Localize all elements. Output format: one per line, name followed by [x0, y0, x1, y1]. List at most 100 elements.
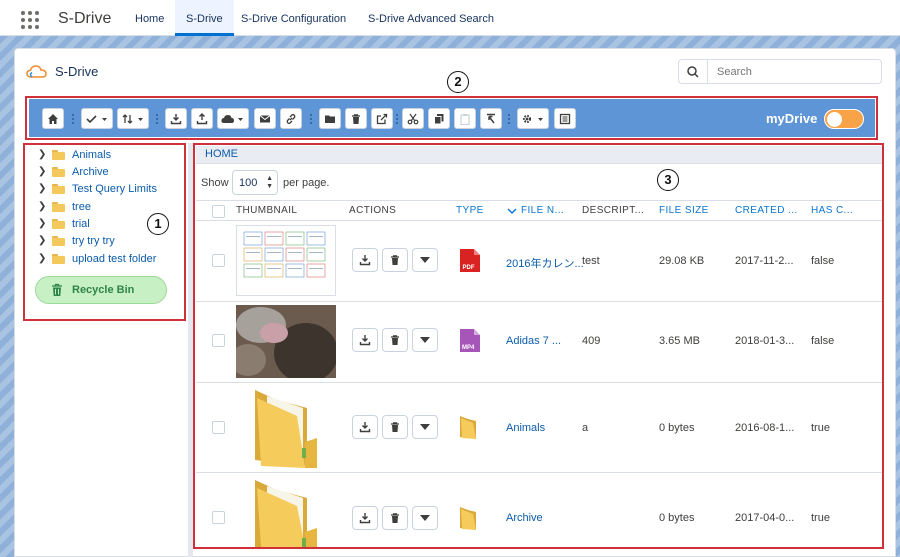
file-size: 0 bytes [659, 422, 695, 434]
video-thumbnail[interactable] [236, 305, 336, 378]
recycle-bin-button[interactable]: Recycle Bin [35, 276, 167, 304]
toolbar-separator [310, 113, 312, 125]
cut-button[interactable] [402, 108, 424, 129]
share-icon [376, 113, 388, 124]
sidebar-folder-upload-test-folder[interactable]: ❯ upload test folder [38, 250, 156, 267]
toolbar-separator [156, 113, 158, 125]
per-page-select[interactable]: 100 ▲ ▼ [232, 170, 278, 195]
breadcrumb-home[interactable]: HOME [205, 148, 238, 160]
folder-icon [52, 218, 65, 229]
email-icon [259, 114, 271, 122]
sidebar-folder-animals[interactable]: ❯ Animals [38, 146, 111, 163]
chevron-right-icon[interactable]: ❯ [38, 253, 50, 264]
row-download-button[interactable] [352, 328, 378, 352]
column-file-size[interactable]: FILE SIZE [659, 205, 709, 216]
select-menu-button[interactable] [81, 108, 113, 129]
link-icon [286, 113, 296, 124]
row-delete-button[interactable] [382, 248, 408, 272]
delete-button[interactable] [345, 108, 367, 129]
folder-thumbnail[interactable] [247, 386, 327, 470]
tab-s-drive-configuration[interactable]: S-Drive Configuration [230, 0, 357, 36]
link-button[interactable] [280, 108, 302, 129]
column-description[interactable]: DESCRIPT... [582, 205, 644, 216]
row-divider [196, 301, 882, 302]
calendar-thumbnail[interactable] [236, 225, 336, 296]
row-download-button[interactable] [352, 415, 378, 439]
home-button[interactable] [42, 108, 64, 129]
row-checkbox[interactable] [212, 421, 225, 434]
trash-icon [391, 255, 399, 265]
download-icon [359, 513, 371, 524]
settings-menu-button[interactable] [517, 108, 549, 129]
chevron-right-icon[interactable]: ❯ [38, 235, 50, 246]
folder-label: Archive [72, 165, 109, 178]
upload-button[interactable] [191, 108, 213, 129]
chevron-right-icon[interactable]: ❯ [38, 149, 50, 160]
sidebar-folder-trial[interactable]: ❯ trial [38, 215, 90, 232]
download-button[interactable] [165, 108, 187, 129]
tab-s-drive-advanced-search[interactable]: S-Drive Advanced Search [357, 0, 505, 36]
sort-menu-button[interactable] [117, 108, 149, 129]
search-button[interactable] [678, 59, 708, 84]
row-more-button[interactable] [412, 248, 438, 272]
toolbar-separator [396, 113, 398, 125]
row-checkbox[interactable] [212, 334, 225, 347]
file-created: 2018-01-3... [735, 335, 795, 347]
folder-icon [52, 166, 65, 177]
toggle-knob [827, 112, 842, 127]
app-launcher-icon[interactable] [21, 11, 39, 29]
mydrive-toggle[interactable] [824, 109, 864, 129]
paste-button[interactable] [454, 108, 476, 129]
row-delete-button[interactable] [382, 415, 408, 439]
search-input[interactable] [707, 59, 882, 84]
folder-thumbnail[interactable] [247, 476, 327, 547]
column-file-name[interactable]: FILE N... [521, 205, 564, 216]
file-name-link[interactable]: Adidas 7 ... [506, 335, 561, 347]
chevron-right-icon[interactable]: ❯ [38, 218, 50, 229]
sidebar-folder-test-query-limits[interactable]: ❯ Test Query Limits [38, 180, 157, 197]
per-page-value: 100 [239, 177, 258, 189]
sidebar-folder-tree[interactable]: ❯ tree [38, 198, 91, 215]
column-created[interactable]: CREATED ... [735, 205, 798, 216]
properties-button[interactable] [554, 108, 576, 129]
file-description: test [582, 255, 600, 267]
row-delete-button[interactable] [382, 328, 408, 352]
file-name-link[interactable]: 2016年カレン... [506, 255, 584, 271]
tab-home[interactable]: Home [124, 0, 175, 36]
caret-down-icon [420, 515, 430, 521]
chevron-right-icon[interactable]: ❯ [38, 166, 50, 177]
row-delete-button[interactable] [382, 506, 408, 530]
row-divider [196, 382, 882, 383]
column-type[interactable]: TYPE [456, 205, 484, 216]
cloud-logo-icon [26, 65, 47, 78]
move-up-button[interactable] [480, 108, 502, 129]
cloud-upload-menu-button[interactable] [217, 108, 249, 129]
file-created: 2016-08-1... [735, 422, 795, 434]
row-download-button[interactable] [352, 248, 378, 272]
row-more-button[interactable] [412, 328, 438, 352]
mp4-file-icon: MP4 [460, 329, 480, 352]
row-checkbox[interactable] [212, 511, 225, 524]
chevron-right-icon[interactable]: ❯ [38, 183, 50, 194]
scissors-icon [407, 113, 419, 124]
sort-chevron-down-icon[interactable] [507, 207, 517, 215]
column-has[interactable]: HAS C... [811, 205, 853, 216]
share-button[interactable] [371, 108, 393, 129]
new-folder-button[interactable] [319, 108, 341, 129]
file-name-link[interactable]: Animals [506, 422, 545, 434]
row-more-button[interactable] [412, 506, 438, 530]
check-dropdown-icon [86, 114, 107, 123]
select-all-checkbox[interactable] [212, 205, 225, 218]
chevron-right-icon[interactable]: ❯ [38, 201, 50, 212]
paste-icon [460, 113, 470, 125]
row-more-button[interactable] [412, 415, 438, 439]
row-download-button[interactable] [352, 506, 378, 530]
email-button[interactable] [254, 108, 276, 129]
tab-s-drive[interactable]: S-Drive [175, 0, 234, 36]
spinner-arrows-icon[interactable]: ▲ ▼ [266, 175, 273, 191]
copy-button[interactable] [428, 108, 450, 129]
file-name-link[interactable]: Archive [506, 512, 543, 524]
sidebar-folder-archive[interactable]: ❯ Archive [38, 163, 109, 180]
row-checkbox[interactable] [212, 254, 225, 267]
sidebar-folder-try-try-try[interactable]: ❯ try try try [38, 232, 115, 249]
